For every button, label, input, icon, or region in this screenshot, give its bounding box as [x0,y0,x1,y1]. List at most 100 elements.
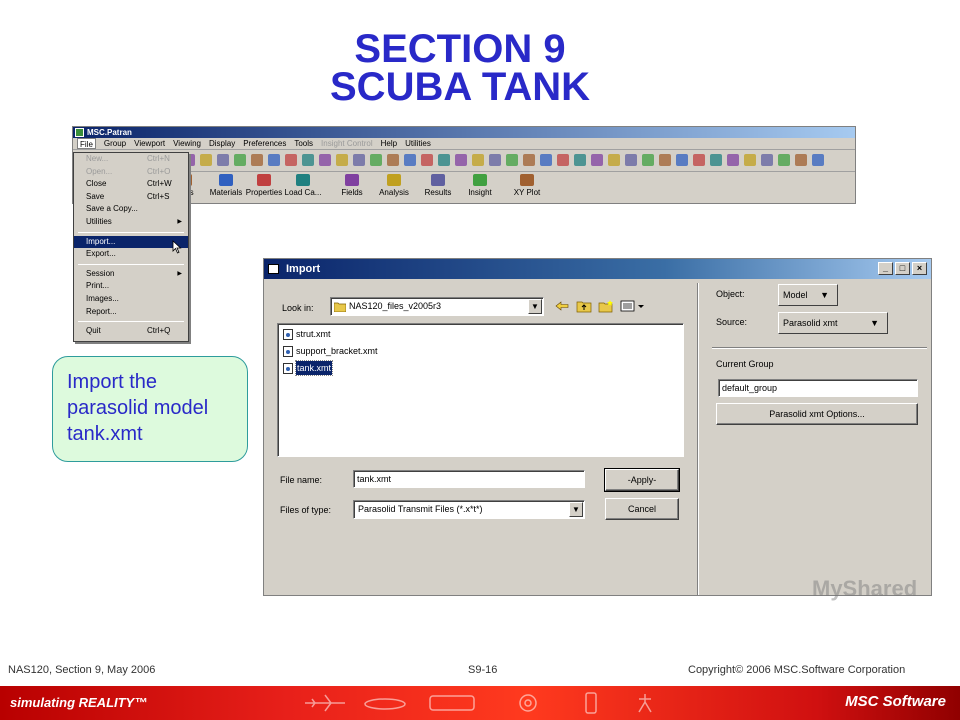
close-button[interactable]: × [912,262,927,275]
toolbar-tool-icon[interactable] [336,154,348,166]
app-button-insight[interactable]: Insight [455,174,505,197]
toolbar-tool-icon[interactable] [727,154,739,166]
toolbar-tool-icon[interactable] [608,154,620,166]
file-menu-item-close[interactable]: Close Ctrl+W [74,178,188,191]
chevron-down-icon[interactable]: ▼ [528,299,542,314]
app-button-xy-plot[interactable]: XY Plot [502,174,552,197]
menu-insight-control[interactable]: Insight Control [321,138,373,149]
toolbar-tool-icon[interactable] [421,154,433,166]
toolbar-tool-icon[interactable] [659,154,671,166]
menu-display[interactable]: Display [209,138,235,149]
app-icon [473,174,487,186]
toolbar-tool-icon[interactable] [744,154,756,166]
file-menu-item-utilities[interactable]: Utilities ▶ [74,216,188,229]
toolbar-tool-icon[interactable] [557,154,569,166]
patran-titlebar: MSC.Patran [73,127,855,138]
toolbar-tool-icon[interactable] [302,154,314,166]
toolbar-tool-icon[interactable] [591,154,603,166]
toolbar-tool-icon[interactable] [404,154,416,166]
file-menu-item-quit[interactable]: Quit Ctrl+Q [74,325,188,338]
file-name: support_bracket.xmt [296,346,378,356]
object-label: Object: [716,289,745,299]
menu-item-label: Print... [86,281,110,291]
file-menu-item-session[interactable]: Session ▶ [74,268,188,281]
toolbar-tool-icon[interactable] [438,154,450,166]
file-list-item[interactable]: strut.xmt [283,327,331,341]
file-list-item[interactable]: support_bracket.xmt [283,344,378,358]
menu-utilities[interactable]: Utilities [405,138,431,149]
file-list[interactable]: strut.xmt support_bracket.xmt tank.xmt [277,323,684,457]
toolbar-tool-icon[interactable] [285,154,297,166]
menu-item-shortcut: Ctrl+S [147,191,170,201]
file-menu-item-report[interactable]: Report... [74,306,188,319]
up-folder-icon[interactable] [576,299,592,313]
chevron-down-icon[interactable]: ▼ [569,502,583,517]
toolbar-tool-icon[interactable] [370,154,382,166]
footer-course: NAS120, Section 9, May 2006 [8,664,156,676]
file-name-input[interactable]: tank.xmt [353,470,585,488]
toolbar-tool-icon[interactable] [472,154,484,166]
toolbar-tool-icon[interactable] [489,154,501,166]
file-menu-item-save-a-copy[interactable]: Save a Copy... [74,203,188,216]
toolbar-tool-icon[interactable] [642,154,654,166]
toolbar-tool-icon[interactable] [455,154,467,166]
app-button-load-ca[interactable]: Load Ca... [278,174,328,197]
toolbar-tool-icon[interactable] [387,154,399,166]
app-button-analysis[interactable]: Analysis [369,174,419,197]
app-label: Results [424,188,452,197]
toolbar-tool-icon[interactable] [523,154,535,166]
menu-preferences[interactable]: Preferences [243,138,286,149]
toolbar-tool-icon[interactable] [353,154,365,166]
toolbar-tool-icon[interactable] [319,154,331,166]
file-menu-item-import[interactable]: Import... [74,235,188,249]
toolbar-tool-icon[interactable] [506,154,518,166]
object-option-menu[interactable]: Model ▼ [778,284,838,306]
cancel-button[interactable]: Cancel [605,498,679,520]
file-list-item[interactable]: tank.xmt [283,360,334,376]
file-menu-item-print[interactable]: Print... [74,280,188,293]
new-folder-icon[interactable] [598,299,614,313]
menu-viewport[interactable]: Viewport [134,138,165,149]
toolbar-tool-icon[interactable] [217,154,229,166]
toolbar-tool-icon[interactable] [268,154,280,166]
menu-group[interactable]: Group [104,138,126,149]
view-menu-icon[interactable] [620,299,646,313]
toolbar-tool-icon[interactable] [625,154,637,166]
file-menu-item-save[interactable]: Save Ctrl+S [74,191,188,204]
file-menu-item-open[interactable]: Open... Ctrl+O [74,166,188,179]
submenu-arrow-icon: ▶ [177,218,182,225]
toolbar-tool-icon[interactable] [795,154,807,166]
menu-help[interactable]: Help [381,138,397,149]
parasolid-options-button[interactable]: Parasolid xmt Options... [716,403,918,425]
toolbar-tool-icon[interactable] [251,154,263,166]
file-menu-item-new[interactable]: New... Ctrl+N [74,153,188,166]
look-in-dropdown[interactable]: NAS120_files_v2005r3 ▼ [330,297,544,316]
look-in-label: Look in: [282,303,314,313]
maximize-button[interactable]: □ [895,262,910,275]
toolbar-tool-icon[interactable] [812,154,824,166]
file-menu-item-export[interactable]: Export... [74,248,188,261]
toolbar-tool-icon[interactable] [693,154,705,166]
toolbar-tool-icon[interactable] [710,154,722,166]
minimize-button[interactable]: _ [878,262,893,275]
toolbar-tool-icon[interactable] [676,154,688,166]
toolbar-tool-icon[interactable] [200,154,212,166]
toolbar-tool-icon[interactable] [574,154,586,166]
current-group-input[interactable]: default_group [718,379,918,397]
app-label: Properties [245,188,283,197]
toolbar-tool-icon[interactable] [234,154,246,166]
source-option-menu[interactable]: Parasolid xmt ▼ [778,312,888,334]
menu-tools[interactable]: Tools [294,138,313,149]
files-of-type-dropdown[interactable]: Parasolid Transmit Files (*.x*t*) ▼ [353,500,585,519]
menu-file[interactable]: File [77,138,96,149]
toolbar-tool-icon[interactable] [778,154,790,166]
patran-applications-bar: /BCsMaterialsPropertiesLoad Ca...FieldsA… [73,172,855,202]
import-dialog-titlebar: Import _ □ × [264,259,931,279]
back-arrow-icon[interactable] [554,299,570,313]
file-menu-item-images[interactable]: Images... [74,293,188,306]
app-icon [387,174,401,186]
apply-button[interactable]: -Apply- [604,468,680,492]
toolbar-tool-icon[interactable] [761,154,773,166]
toolbar-tool-icon[interactable] [540,154,552,166]
menu-viewing[interactable]: Viewing [173,138,201,149]
